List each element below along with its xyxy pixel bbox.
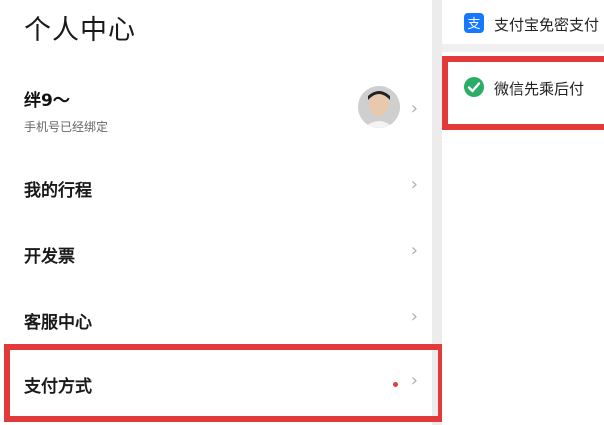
menu-item-label: 我的行程 <box>24 181 92 201</box>
user-name: 绊9～ <box>24 91 70 111</box>
personal-center-panel: 个人中心 绊9～ 手机号已经绑定 › 我的行程 › 开发票 › 客服中心 › 支… <box>0 0 432 425</box>
menu-item-payment-method[interactable]: 支付方式 › <box>0 356 432 412</box>
alipay-icon: 支 <box>464 13 484 33</box>
menu-item-invoice[interactable]: 开发票 › <box>0 226 432 282</box>
avatar[interactable] <box>358 86 400 128</box>
payment-methods-panel: 支 支付宝免密支付 微信先乘后付 <box>442 0 604 425</box>
payment-option-alipay[interactable]: 支 支付宝免密支付 <box>442 4 604 44</box>
menu-item-label: 开发票 <box>24 247 75 267</box>
chevron-right-icon: › <box>410 370 418 391</box>
menu-item-my-trips[interactable]: 我的行程 › <box>0 160 432 216</box>
phone-bound-status: 手机号已经绑定 <box>24 120 109 134</box>
menu-item-label: 支付方式 <box>24 377 92 397</box>
profile-row[interactable]: 绊9～ 手机号已经绑定 › <box>0 76 432 146</box>
payment-option-label: 支付宝免密支付 <box>494 16 600 34</box>
chevron-right-icon: › <box>410 174 418 195</box>
svg-text:支: 支 <box>467 17 480 32</box>
page-title: 个人中心 <box>24 15 136 46</box>
payment-option-wechat[interactable]: 微信先乘后付 <box>442 68 604 108</box>
notification-dot <box>393 382 398 387</box>
wechat-pay-icon <box>464 77 484 97</box>
menu-item-label: 客服中心 <box>24 313 92 333</box>
chevron-right-icon: › <box>410 240 418 261</box>
chevron-right-icon: › <box>410 306 418 327</box>
divider <box>442 44 604 52</box>
chevron-right-icon: › <box>410 98 418 119</box>
payment-option-label: 微信先乘后付 <box>494 80 585 98</box>
menu-item-customer-service[interactable]: 客服中心 › <box>0 292 432 348</box>
